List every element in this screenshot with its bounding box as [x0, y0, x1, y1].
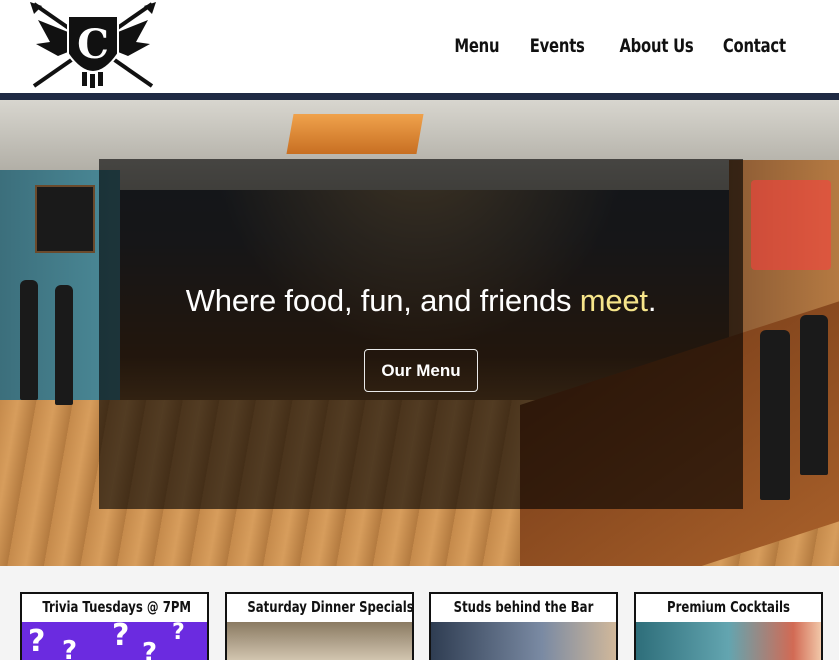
site-header: C Menu Events About Us Contact	[0, 0, 839, 93]
header-divider	[0, 93, 839, 100]
card-title: Trivia Tuesdays @ 7PM	[42, 598, 192, 616]
nav-menu[interactable]: Menu	[454, 35, 499, 57]
card-title: Studs behind the Bar	[453, 598, 594, 616]
question-mark-icon: ?	[172, 620, 185, 645]
trivia-image: ? ? ? ? ?	[22, 618, 207, 660]
feature-cards: Trivia Tuesdays @ 7PM ? ? ? ? ? Saturday…	[0, 566, 839, 660]
nav-contact[interactable]: Contact	[723, 35, 786, 57]
question-mark-icon: ?	[142, 638, 158, 660]
bartender-image	[431, 622, 616, 660]
dinner-image	[227, 622, 412, 660]
our-menu-button[interactable]: Our Menu	[364, 349, 478, 392]
hero-photo-chalkboard	[35, 185, 95, 253]
question-mark-icon: ?	[62, 636, 78, 660]
hero-photo-stool	[760, 330, 790, 500]
hero-headline: Where food, fun, and friends meet.	[99, 283, 743, 319]
headline-text: Where food, fun, and friends	[185, 283, 580, 318]
hero-overlay: Where food, fun, and friends meet. Our M…	[99, 159, 743, 509]
cocktail-image	[636, 622, 821, 660]
hero-photo-stool	[55, 285, 73, 405]
question-mark-icon: ?	[28, 624, 46, 659]
card-title: Saturday Dinner Specials	[247, 598, 414, 616]
card-premium-cocktails[interactable]: Premium Cocktails	[634, 592, 823, 660]
main-nav: Menu Events About Us Contact	[0, 35, 839, 65]
nav-about-us[interactable]: About Us	[619, 35, 693, 57]
hero-section: Where food, fun, and friends meet. Our M…	[0, 100, 839, 566]
hero-photo-stool	[800, 315, 828, 475]
card-dinner-specials[interactable]: Saturday Dinner Specials	[225, 592, 414, 660]
card-trivia[interactable]: Trivia Tuesdays @ 7PM ? ? ? ? ?	[20, 592, 209, 660]
card-studs-behind-bar[interactable]: Studs behind the Bar	[429, 592, 618, 660]
card-title: Premium Cocktails	[667, 598, 790, 616]
hero-photo-neon-sign	[751, 180, 831, 270]
hero-photo-stool	[20, 280, 38, 400]
headline-period: .	[647, 283, 657, 318]
headline-accent: meet	[579, 283, 648, 318]
question-mark-icon: ?	[112, 618, 130, 653]
hero-photo-beam	[286, 114, 424, 154]
nav-events[interactable]: Events	[530, 35, 585, 57]
